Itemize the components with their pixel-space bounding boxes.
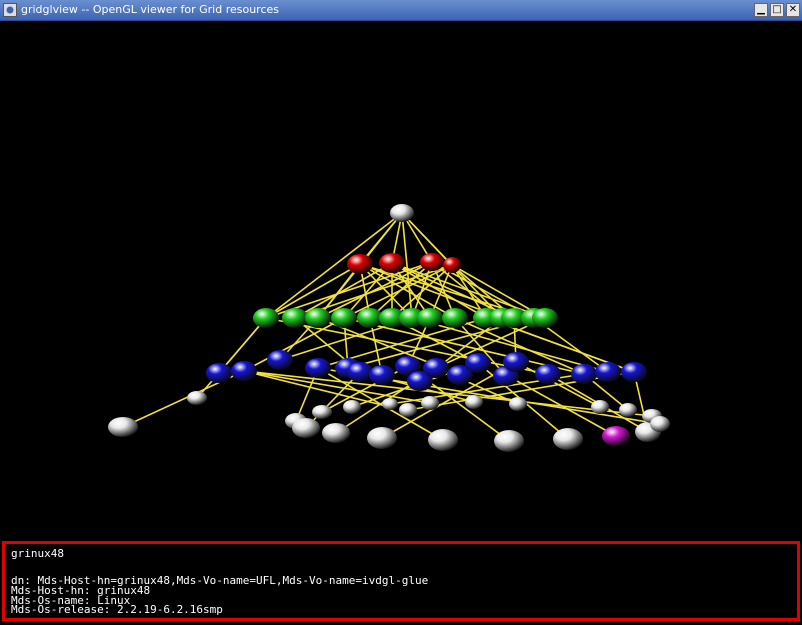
leaf-node[interactable]	[108, 417, 138, 437]
level2-node[interactable]	[331, 308, 357, 328]
selected-node-name: grinux48	[11, 547, 64, 560]
close-button[interactable]: ✕	[786, 3, 800, 17]
level1-node[interactable]	[347, 254, 373, 274]
app-window: gridglview -- OpenGL viewer for Grid res…	[0, 0, 802, 625]
level3-node[interactable]	[267, 350, 293, 370]
app-icon	[3, 3, 17, 17]
close-icon: ✕	[788, 4, 798, 15]
info-os-release: Mds-Os-release: 2.2.19-6.2.16smp	[11, 603, 223, 616]
level3-node[interactable]	[347, 362, 373, 382]
leaf-node[interactable]	[428, 429, 458, 451]
level3-node[interactable]	[621, 362, 647, 382]
opengl-viewport[interactable]	[0, 21, 802, 540]
title-bar[interactable]: gridglview -- OpenGL viewer for Grid res…	[0, 0, 802, 21]
level3-node[interactable]	[571, 364, 597, 384]
leaf-node[interactable]	[382, 398, 398, 410]
level2-node[interactable]	[253, 308, 279, 328]
level3-node[interactable]	[369, 365, 395, 385]
level2-node[interactable]	[442, 308, 468, 328]
level3-node[interactable]	[423, 358, 449, 378]
level2-node[interactable]	[305, 308, 331, 328]
root-node[interactable]	[390, 204, 414, 222]
maximize-button[interactable]: □	[770, 3, 784, 17]
tree-edge	[243, 370, 431, 404]
leaf-node[interactable]	[292, 418, 320, 438]
level2-node[interactable]	[532, 308, 558, 328]
level1-node[interactable]	[379, 253, 405, 273]
level1-node[interactable]	[443, 257, 461, 273]
leaf-node[interactable]	[465, 395, 483, 409]
level3-node[interactable]	[206, 363, 232, 383]
level1-node[interactable]	[420, 253, 444, 271]
level3-node[interactable]	[595, 362, 621, 382]
leaf-node[interactable]	[343, 400, 361, 414]
leaf-node[interactable]	[421, 396, 439, 410]
leaf-node[interactable]	[367, 427, 397, 449]
level3-node[interactable]	[231, 361, 257, 381]
window-title: gridglview -- OpenGL viewer for Grid res…	[21, 3, 280, 16]
info-panel: grinux48 dn: Mds-Host-hn=grinux48,Mds-Vo…	[2, 541, 800, 621]
leaf-node[interactable]	[399, 403, 417, 417]
leaf-node[interactable]	[312, 405, 332, 419]
level3-node[interactable]	[503, 352, 529, 372]
leaf-node[interactable]	[322, 423, 350, 443]
selected-node[interactable]	[602, 426, 630, 446]
leaf-node[interactable]	[187, 391, 207, 405]
level2-node[interactable]	[417, 308, 443, 328]
leaf-node[interactable]	[591, 400, 609, 414]
minimize-button[interactable]: ▁	[754, 3, 768, 17]
leaf-node[interactable]	[650, 416, 670, 432]
level2-node[interactable]	[282, 308, 308, 328]
level3-node[interactable]	[305, 358, 331, 378]
leaf-node[interactable]	[619, 403, 637, 417]
leaf-node[interactable]	[553, 428, 583, 450]
minimize-icon: ▁	[757, 4, 765, 15]
level3-node[interactable]	[535, 364, 561, 384]
leaf-node[interactable]	[509, 397, 527, 411]
maximize-icon: □	[772, 4, 782, 15]
leaf-node[interactable]	[494, 430, 524, 452]
level3-node[interactable]	[465, 353, 491, 373]
